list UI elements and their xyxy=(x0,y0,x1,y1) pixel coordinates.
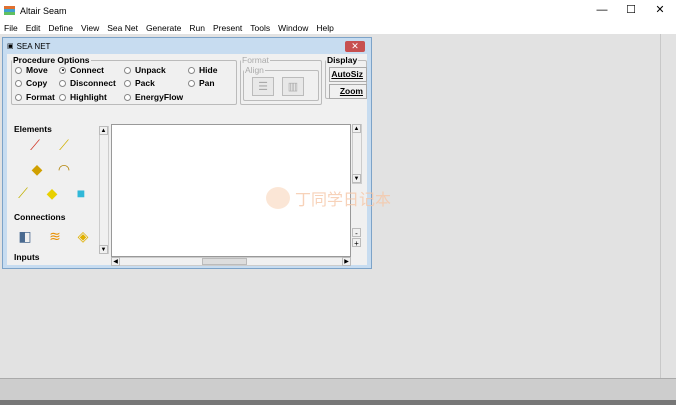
close-button[interactable]: ✕ xyxy=(645,0,675,21)
zoom-button[interactable]: Zoom xyxy=(329,84,367,99)
align-legend: Align xyxy=(245,65,264,75)
radio-format[interactable]: Format xyxy=(15,92,55,102)
workspace-divider xyxy=(660,34,661,378)
element-palette: Elements ⟋ ⟋ ◆ ◠ ⟋ ◆ ■ Connections ◧ ≋ ◈… xyxy=(9,124,99,265)
radio-highlight[interactable]: Highlight xyxy=(59,92,107,102)
minimize-button[interactable]: — xyxy=(587,0,617,21)
menu-tools[interactable]: Tools xyxy=(246,23,274,33)
palette-scrollbar[interactable] xyxy=(99,126,109,254)
align-columns-button[interactable]: ▥ xyxy=(282,77,304,96)
radio-move[interactable]: Move xyxy=(15,65,48,75)
app-logo-icon xyxy=(4,6,15,15)
watermark: 丁同学日记本 xyxy=(266,186,391,210)
beam-element-icon[interactable]: ⟋ xyxy=(25,136,45,154)
procedure-options-legend: Procedure Options xyxy=(13,55,90,65)
cylinder-element-icon[interactable]: ⟋ xyxy=(13,184,33,202)
menu-generate[interactable]: Generate xyxy=(142,23,185,33)
sea-net-window: ▣ SEA NET ✕ Procedure Options Move Conne… xyxy=(2,37,372,269)
point-connection-icon[interactable]: ◈ xyxy=(73,227,93,245)
canvas-scroll-right[interactable]: ▶ xyxy=(342,257,351,266)
status-bar xyxy=(0,378,676,400)
zoom-in-button[interactable]: + xyxy=(352,238,361,248)
sea-net-close-button[interactable]: ✕ xyxy=(345,41,365,52)
menu-help[interactable]: Help xyxy=(312,23,337,33)
window-icon: ▣ xyxy=(7,43,14,50)
connections-heading: Connections xyxy=(14,212,66,222)
flat-plate-element-icon[interactable]: ◆ xyxy=(42,184,62,202)
autosize-button[interactable]: AutoSiz xyxy=(329,67,367,82)
radio-pan[interactable]: Pan xyxy=(188,78,215,88)
watermark-dog-icon xyxy=(266,187,290,209)
radio-connect[interactable]: Connect xyxy=(59,65,104,75)
align-left-button[interactable]: ☰ xyxy=(252,77,274,96)
elements-heading: Elements xyxy=(14,124,52,134)
format-legend: Format xyxy=(242,55,269,65)
horizontal-scroll-thumb[interactable] xyxy=(202,258,247,265)
palette-scroll-up[interactable]: ▲ xyxy=(99,126,108,135)
taskbar-strip xyxy=(0,400,676,405)
palette-scroll-down[interactable]: ▼ xyxy=(99,245,108,254)
align-columns-icon: ▥ xyxy=(287,81,299,93)
menu-present[interactable]: Present xyxy=(209,23,246,33)
cavity-element-icon[interactable]: ■ xyxy=(71,184,91,202)
zoom-out-button[interactable]: - xyxy=(352,228,361,238)
radio-disconnect[interactable]: Disconnect xyxy=(59,78,116,88)
menu-window[interactable]: Window xyxy=(274,23,312,33)
menu-sea-net[interactable]: Sea Net xyxy=(103,23,142,33)
app-titlebar: Altair Seam — ☐ ✕ xyxy=(0,0,676,21)
canvas-scroll-left[interactable]: ◀ xyxy=(111,257,120,266)
menu-run[interactable]: Run xyxy=(185,23,209,33)
menu-view[interactable]: View xyxy=(77,23,103,33)
canvas-scroll-down[interactable]: ▼ xyxy=(352,174,361,183)
canvas-scroll-up[interactable]: ▲ xyxy=(352,124,361,133)
radio-energyflow[interactable]: EnergyFlow xyxy=(124,92,183,102)
radio-copy[interactable]: Copy xyxy=(15,78,47,88)
menu-file[interactable]: File xyxy=(0,23,22,33)
maximize-button[interactable]: ☐ xyxy=(616,0,646,21)
radio-pack[interactable]: Pack xyxy=(124,78,155,88)
align-left-icon: ☰ xyxy=(258,81,268,93)
display-legend: Display xyxy=(327,55,358,65)
app-title: Altair Seam xyxy=(20,5,67,16)
radio-unpack[interactable]: Unpack xyxy=(124,65,166,75)
rod-element-icon[interactable]: ⟋ xyxy=(54,136,74,154)
plate-element-icon[interactable]: ◆ xyxy=(27,160,47,178)
sea-net-client: Procedure Options Move Connect Unpack Hi… xyxy=(7,54,367,266)
watermark-text: 丁同学日记本 xyxy=(295,192,392,209)
radio-hide[interactable]: Hide xyxy=(188,65,217,75)
menu-bar: File Edit Define View Sea Net Generate R… xyxy=(0,21,676,34)
menu-define[interactable]: Define xyxy=(44,23,77,33)
curved-shell-element-icon[interactable]: ◠ xyxy=(54,160,74,178)
inputs-heading: Inputs xyxy=(14,252,40,262)
sea-net-title: SEA NET xyxy=(16,41,51,51)
junction-connection-icon[interactable]: ◧ xyxy=(15,227,35,245)
canvas-horizontal-scrollbar[interactable] xyxy=(111,257,351,266)
sea-net-titlebar[interactable]: ▣ SEA NET ✕ xyxy=(3,38,371,54)
area-connection-icon[interactable]: ≋ xyxy=(45,227,65,245)
menu-edit[interactable]: Edit xyxy=(22,23,45,33)
